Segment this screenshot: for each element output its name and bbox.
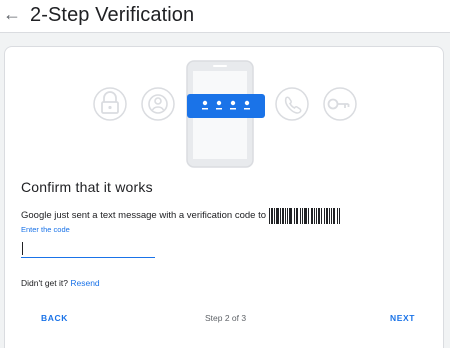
phone-icon <box>275 87 309 121</box>
verification-card: Confirm that it works Google just sent a… <box>4 46 444 348</box>
password-dots-icon <box>187 94 265 118</box>
verification-illustration <box>93 60 357 168</box>
arrow-left-icon[interactable]: ← <box>2 3 22 25</box>
lock-icon <box>93 87 127 121</box>
redacted-phone-number <box>269 208 341 224</box>
text-cursor <box>22 242 23 255</box>
account-icon <box>141 87 175 121</box>
back-button[interactable]: BACK <box>41 313 68 323</box>
key-icon <box>323 87 357 121</box>
verification-message: Google just sent a text message with a v… <box>21 207 344 225</box>
confirm-title: Confirm that it works <box>21 179 153 195</box>
verification-code-input[interactable] <box>21 237 155 258</box>
step-indicator: Step 2 of 3 <box>205 313 247 323</box>
app-header: ← 2-Step Verification <box>0 0 450 33</box>
resend-link[interactable]: Resend <box>70 278 99 288</box>
next-button[interactable]: NEXT <box>390 313 415 323</box>
resend-row: Didn't get it? Resend <box>21 278 100 288</box>
code-field-label: Enter the code <box>21 225 70 234</box>
verification-message-text: Google just sent a text message with a v… <box>21 210 267 221</box>
didnt-get-text: Didn't get it? <box>21 278 71 288</box>
page-title: 2-Step Verification <box>30 4 195 26</box>
